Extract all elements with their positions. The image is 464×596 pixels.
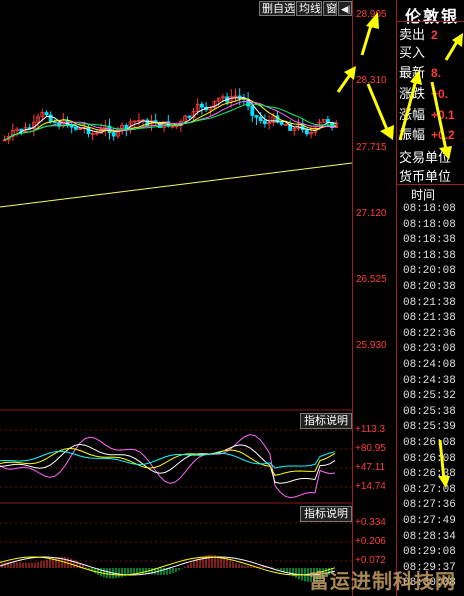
tick-time: 08:18:38 <box>403 234 456 247</box>
quote-label: 最新 <box>399 65 426 80</box>
indicator1-tick: +80.95 <box>355 443 386 454</box>
quote-row: 涨跌 +0. <box>399 83 448 102</box>
candle-body <box>187 115 192 118</box>
quote-row: 最新 8. <box>399 62 441 81</box>
price-tick: 28.310 <box>356 75 387 86</box>
quote-row: 振幅 +0.2 <box>399 124 455 143</box>
tick-time: 08:21:38 <box>403 296 456 309</box>
tick-time: 08:25:38 <box>403 405 456 418</box>
indicator1-help-button[interactable]: 指标说明 <box>300 413 352 429</box>
quote-label: 涨跌 <box>399 86 426 101</box>
quote-label: 货币单位 <box>399 169 452 184</box>
tick-time: 08:23:08 <box>403 343 456 356</box>
tick-time: 08:28:34 <box>403 530 456 543</box>
indicator2-tick: +0.206 <box>355 536 386 547</box>
tick-time: 08:25:32 <box>403 390 456 403</box>
self-select-button[interactable]: 删自选 <box>259 1 295 16</box>
candle-body <box>111 132 116 137</box>
candle-body <box>258 116 263 122</box>
quote-value: 2 <box>431 28 438 42</box>
quote-row: 卖出 2 <box>399 24 438 43</box>
chart-area[interactable]: 删自选 均线 窗 ◀| 指标说明 指标说明 <box>0 0 352 596</box>
candle-body <box>279 121 284 125</box>
quote-row: 交易单位 <box>399 147 457 166</box>
candle-body <box>199 103 204 108</box>
quote-row: 货币单位 <box>399 166 457 185</box>
candle-body <box>304 129 309 135</box>
indicator2-help-button[interactable]: 指标说明 <box>300 506 352 522</box>
avg-line-button[interactable]: 均线 <box>296 1 322 16</box>
quote-label: 涨幅 <box>399 107 426 122</box>
candle-body <box>86 126 91 135</box>
tick-time: 08:26:38 <box>403 468 456 481</box>
quote-row: 买入 <box>399 42 431 61</box>
tick-time: 08:24:38 <box>403 374 456 387</box>
candle-body <box>325 119 330 123</box>
price-tick: 25.930 <box>356 340 387 351</box>
price-tick: 26.525 <box>356 274 387 285</box>
candle-body <box>74 126 78 130</box>
price-axis: 28.905 28.310 27.715 27.120 26.525 25.93… <box>352 0 397 596</box>
tick-time: 08:20:38 <box>403 281 456 293</box>
quote-value: +0.2 <box>431 128 455 142</box>
candle-body <box>69 125 74 128</box>
tick-time: 08:26:08 <box>403 452 456 465</box>
price-tick: 28.905 <box>356 9 387 20</box>
candle-body <box>254 115 259 118</box>
quote-label: 振幅 <box>399 127 426 142</box>
window-button[interactable]: 窗 <box>323 1 337 16</box>
indicator1-tick: +113.3 <box>355 424 386 435</box>
tick-time: 08:21:38 <box>403 312 456 325</box>
quote-value: +0.1 <box>431 108 455 122</box>
tick-time: 08:18:38 <box>403 249 456 262</box>
indicator1-tick: +47.11 <box>355 462 386 473</box>
tick-time: 08:25:39 <box>403 421 456 434</box>
quote-value: +0. <box>431 87 449 101</box>
candle-body <box>262 120 267 125</box>
collapse-arrow-button[interactable]: ◀| <box>338 1 352 16</box>
quote-panel: 伦敦银 卖出 2 买入 最新 8. 涨跌 +0. 涨幅 +0.1 振幅 +0.2 交易单位 货币单位 时… <box>396 0 464 596</box>
price-tick: 27.120 <box>356 208 387 219</box>
quote-row: 涨幅 +0.1 <box>399 104 455 123</box>
moving-average-line <box>4 97 337 141</box>
tick-time: 08:27:08 <box>403 483 456 496</box>
tick-time: 08:24:08 <box>403 359 456 371</box>
candle-body <box>53 121 57 124</box>
moving-average-line <box>4 96 337 141</box>
tick-time: 08:29:08 <box>403 546 456 559</box>
tick-time: 08:18:08 <box>403 218 456 231</box>
quote-label: 交易单位 <box>399 150 452 165</box>
candle-body <box>124 125 129 130</box>
quote-label: 卖出 <box>399 27 426 42</box>
tick-time: 08:18:08 <box>403 203 456 215</box>
indicator1-tick: +14.74 <box>355 481 386 492</box>
tick-time: 08:22:36 <box>403 327 456 340</box>
candle-body <box>44 112 49 116</box>
tick-time: 08:26:08 <box>403 437 456 449</box>
quote-label: 买入 <box>399 45 426 60</box>
candle-body <box>48 114 53 123</box>
candle-body <box>250 105 255 116</box>
trend-line <box>0 162 352 208</box>
watermark-logo: 富运进制科技网 <box>309 571 456 593</box>
candle-body <box>283 123 288 126</box>
indicator2-tick: +0.334 <box>355 517 386 528</box>
tick-time: 08:20:08 <box>403 265 456 278</box>
tick-time: 08:27:36 <box>403 499 456 512</box>
quote-value: 8. <box>431 66 442 80</box>
time-header: 时间 <box>411 188 436 202</box>
price-tick: 27.715 <box>356 142 387 153</box>
tick-time: 08:27:49 <box>403 515 456 527</box>
